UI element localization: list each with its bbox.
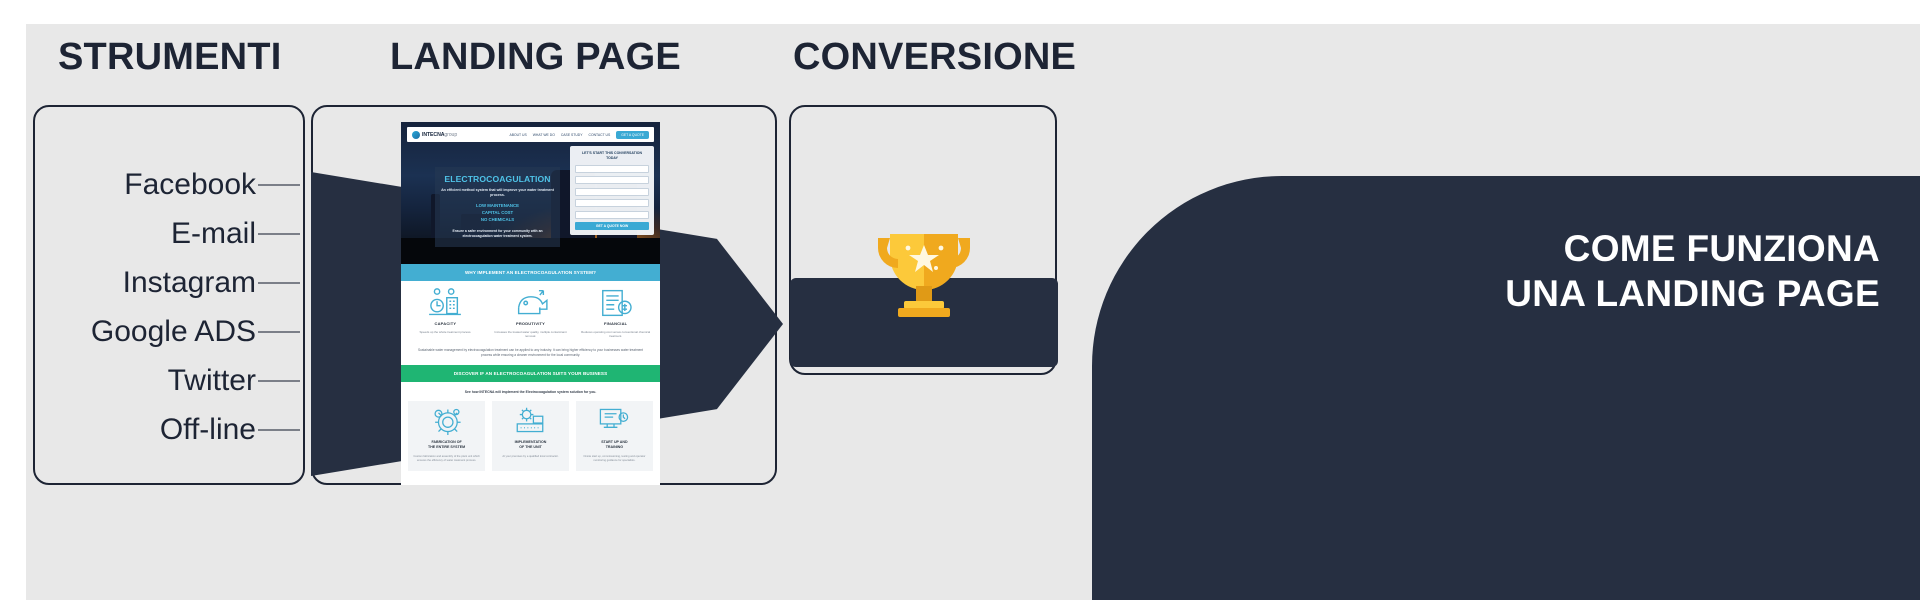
cards-row: FABRICATION OF THE ENTIRE SYSTEM Custom … [408, 400, 653, 472]
nav-link[interactable]: WHAT WE DO [533, 133, 555, 137]
feature-desc: Reduces operating cost versus convention… [581, 330, 651, 339]
form-input-message[interactable] [575, 210, 649, 219]
column-title-conversione: CONVERSIONE [793, 36, 1077, 78]
channel-label: Google ADS [90, 314, 256, 348]
lead-form[interactable]: LET'S START THIS CONVERSATION TODAY GET … [570, 146, 654, 236]
hero-subheading: An efficient method system that will imp… [441, 188, 554, 198]
trophy-icon [868, 218, 980, 330]
connector-line [258, 428, 300, 431]
card-name: FABRICATION OF THE ENTIRE SYSTEM [428, 439, 466, 449]
connector-line [258, 281, 300, 284]
feature-name: CAPACITY [434, 321, 457, 326]
hero-bullets: LOW MAINTENANCE CAPITAL COST NO CHEMICAL… [476, 203, 519, 222]
connector-line [258, 183, 300, 186]
list-item: E-mail [40, 209, 300, 258]
feature-desc: Speeds up the whole treatment process. [419, 330, 472, 334]
list-item: Off-line [40, 405, 300, 454]
financial-icon [578, 289, 653, 317]
channel-label: E-mail [170, 216, 256, 250]
discover-band: DISCOVER IF AN ELECTROCOAGULATION SUITS … [401, 364, 660, 382]
training-icon [580, 408, 649, 434]
channel-label: Instagram [122, 265, 256, 299]
column-title-strumenti: STRUMENTI [58, 36, 282, 78]
form-input-phone[interactable] [575, 199, 649, 208]
hero-card: ELECTROCOAGULATION An efficient method s… [435, 167, 560, 248]
feature-item: PRODUTIVITY Increases the treated water … [493, 289, 568, 339]
channel-label: Off-line [159, 412, 256, 446]
form-input-name[interactable] [575, 164, 649, 173]
card-item: FABRICATION OF THE ENTIRE SYSTEM Custom … [408, 400, 486, 472]
form-title: LET'S START THIS CONVERSATION TODAY [581, 151, 642, 160]
channel-label: Twitter [167, 363, 256, 397]
landing-page-mockup: INTECNAgroup ABOUT US WHAT WE DO CASE ST… [401, 122, 660, 485]
cards-section: See how INTECNA will implement the Elect… [401, 381, 660, 482]
nav-link[interactable]: CASE STUDY [561, 133, 583, 137]
gears-icon [412, 408, 481, 436]
list-item: Google ADS [40, 307, 300, 356]
nav-links[interactable]: ABOUT US WHAT WE DO CASE STUDY CONTACT U… [509, 130, 649, 139]
hero-heading: ELECTROCOAGULATION [444, 174, 551, 184]
card-desc: Onsite start up, commissioning, testing … [583, 455, 646, 463]
card-name: IMPLEMENTATION OF THE UNIT [514, 439, 547, 449]
feature-item: FINANCIAL Reduces operating cost versus … [578, 289, 653, 339]
card-name: START UP AND TRAINING [601, 439, 628, 449]
channel-list: Facebook E-mail Instagram Google ADS Twi… [40, 160, 300, 454]
infographic-canvas: STRUMENTI LANDING PAGE CONVERSIONE Faceb… [0, 0, 1920, 600]
list-item: Instagram [40, 258, 300, 307]
nav-cta-button[interactable]: GET A QUOTE [616, 130, 649, 139]
connector-line [258, 232, 300, 235]
features-paragraph: Sustainable water management by electroc… [417, 347, 644, 357]
productivity-icon [493, 289, 568, 316]
hero-tagline: Ensure a safer environment for your comm… [452, 229, 543, 239]
card-desc: At your premises by a qualified local co… [502, 455, 559, 459]
connector-line [258, 330, 300, 333]
channel-label: Facebook [124, 167, 256, 201]
install-icon [496, 407, 565, 434]
logo-icon [412, 130, 420, 139]
features-section: CAPACITY Speeds up the whole treatment p… [401, 281, 660, 365]
nav-link[interactable]: CONTACT US [589, 133, 611, 137]
banner-title: COME FUNZIONA UNA LANDING PAGE [1505, 228, 1880, 315]
logo-text: INTECNAgroup [422, 132, 457, 138]
feature-desc: Increases the treated water quality, mul… [494, 330, 567, 339]
list-item: Facebook [40, 160, 300, 209]
card-item: IMPLEMENTATION OF THE UNIT At your premi… [491, 400, 570, 472]
logo-sub: group [444, 131, 458, 138]
feature-name: FINANCIAL [603, 321, 628, 326]
form-input-company[interactable] [575, 176, 649, 185]
cards-lead-text: See how INTECNA will implement the Elect… [464, 389, 597, 394]
form-input-email[interactable] [575, 187, 649, 196]
connector-line [258, 379, 300, 382]
mockup-hero: INTECNAgroup ABOUT US WHAT WE DO CASE ST… [401, 122, 660, 264]
capacity-icon [408, 288, 483, 316]
features-row: CAPACITY Speeds up the whole treatment p… [408, 288, 653, 339]
feature-name: PRODUTIVITY [515, 321, 546, 326]
why-implement-band: WHY IMPLEMENT AN ELECTROCOAGULATION SYST… [401, 264, 660, 281]
card-desc: Custom fabrication and assembly of the p… [413, 455, 480, 463]
list-item: Twitter [40, 356, 300, 405]
feature-item: CAPACITY Speeds up the whole treatment p… [408, 288, 483, 339]
card-item: START UP AND TRAINING Onsite start up, c… [575, 400, 653, 472]
logo-main: INTECNA [422, 131, 445, 138]
form-submit-button[interactable]: GET A QUOTE NOW [575, 222, 649, 231]
nav-link[interactable]: ABOUT US [509, 133, 526, 137]
mockup-navbar[interactable]: INTECNAgroup ABOUT US WHAT WE DO CASE ST… [407, 127, 654, 142]
column-title-landing-page: LANDING PAGE [390, 36, 681, 78]
